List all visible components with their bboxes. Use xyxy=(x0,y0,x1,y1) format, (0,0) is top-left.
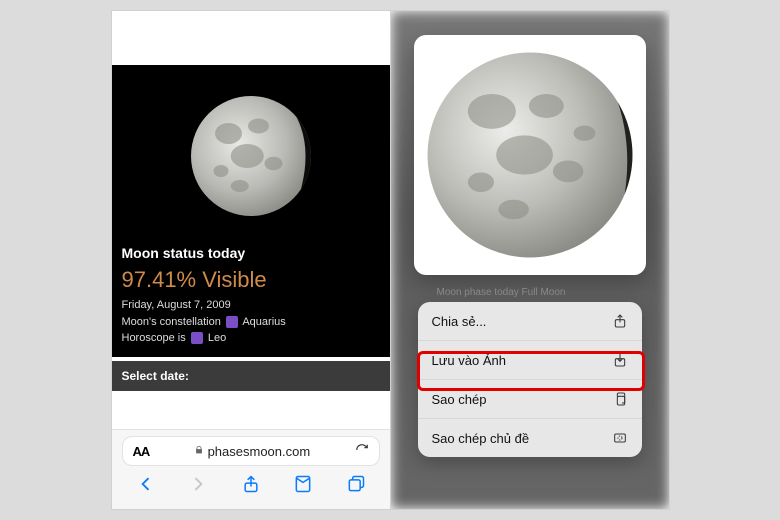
moon-status-card: Moon status today 97.41% Visible Friday,… xyxy=(112,65,390,357)
safari-toolbar xyxy=(122,466,380,503)
menu-share-label: Chia sẻ... xyxy=(432,314,487,329)
tabs-button[interactable] xyxy=(346,474,366,499)
constellation-prefix: Moon's constellation xyxy=(122,316,221,328)
menu-save-to-photos[interactable]: Lưu vào Ảnh xyxy=(418,341,642,380)
share-button[interactable] xyxy=(241,474,261,499)
horoscope-name: Leo xyxy=(208,332,226,344)
address-bar[interactable]: AA phasesmoon.com xyxy=(122,436,380,466)
right-phone: Moon phase today Full Moon Chia sẻ... Lư… xyxy=(390,10,670,510)
domain-text: phasesmoon.com xyxy=(208,444,311,459)
save-download-icon xyxy=(612,352,628,368)
share-icon xyxy=(612,313,628,329)
moon-icon xyxy=(176,81,326,231)
select-date-bar[interactable]: Select date: xyxy=(112,361,390,391)
menu-copy-subject[interactable]: Sao chép chủ đề xyxy=(418,419,642,457)
reload-button[interactable] xyxy=(355,443,369,460)
moon-date: Friday, August 7, 2009 xyxy=(122,297,380,314)
page-top-whitespace xyxy=(112,11,390,65)
menu-save-label: Lưu vào Ảnh xyxy=(432,353,506,368)
moon-preview-icon xyxy=(421,46,639,264)
text-size-button[interactable]: AA xyxy=(133,444,150,459)
menu-share[interactable]: Chia sẻ... xyxy=(418,302,642,341)
menu-copy-subject-label: Sao chép chủ đề xyxy=(432,431,530,446)
safari-bottom-bar: AA phasesmoon.com xyxy=(112,429,390,509)
visibility-value: 97.41% Visible xyxy=(122,267,380,293)
aquarius-icon xyxy=(226,316,238,328)
context-menu-caption: Moon phase today Full Moon xyxy=(409,287,566,298)
menu-copy-label: Sao chép xyxy=(432,392,487,407)
moon-image[interactable] xyxy=(122,75,380,245)
back-button[interactable] xyxy=(136,474,156,499)
lock-icon xyxy=(194,445,204,458)
constellation-name: Aquarius xyxy=(242,316,285,328)
moon-constellation: Moon's constellation Aquarius xyxy=(122,314,380,331)
forward-button[interactable] xyxy=(188,474,208,499)
image-preview-card[interactable] xyxy=(414,35,646,275)
menu-copy[interactable]: Sao chép xyxy=(418,380,642,419)
context-menu: Chia sẻ... Lưu vào Ảnh Sao chép Sao chép… xyxy=(418,302,642,457)
horoscope-prefix: Horoscope is xyxy=(122,332,186,344)
copy-icon xyxy=(612,391,628,407)
address-domain-wrap: phasesmoon.com xyxy=(194,444,311,459)
bookmarks-button[interactable] xyxy=(293,474,313,499)
status-title: Moon status today xyxy=(122,245,380,261)
screenshots-pair: Moon status today 97.41% Visible Friday,… xyxy=(0,0,780,520)
moon-horoscope: Horoscope is Leo xyxy=(122,330,380,347)
leo-icon xyxy=(191,332,203,344)
copy-subject-icon xyxy=(612,430,628,446)
left-phone: Moon status today 97.41% Visible Friday,… xyxy=(111,10,391,510)
